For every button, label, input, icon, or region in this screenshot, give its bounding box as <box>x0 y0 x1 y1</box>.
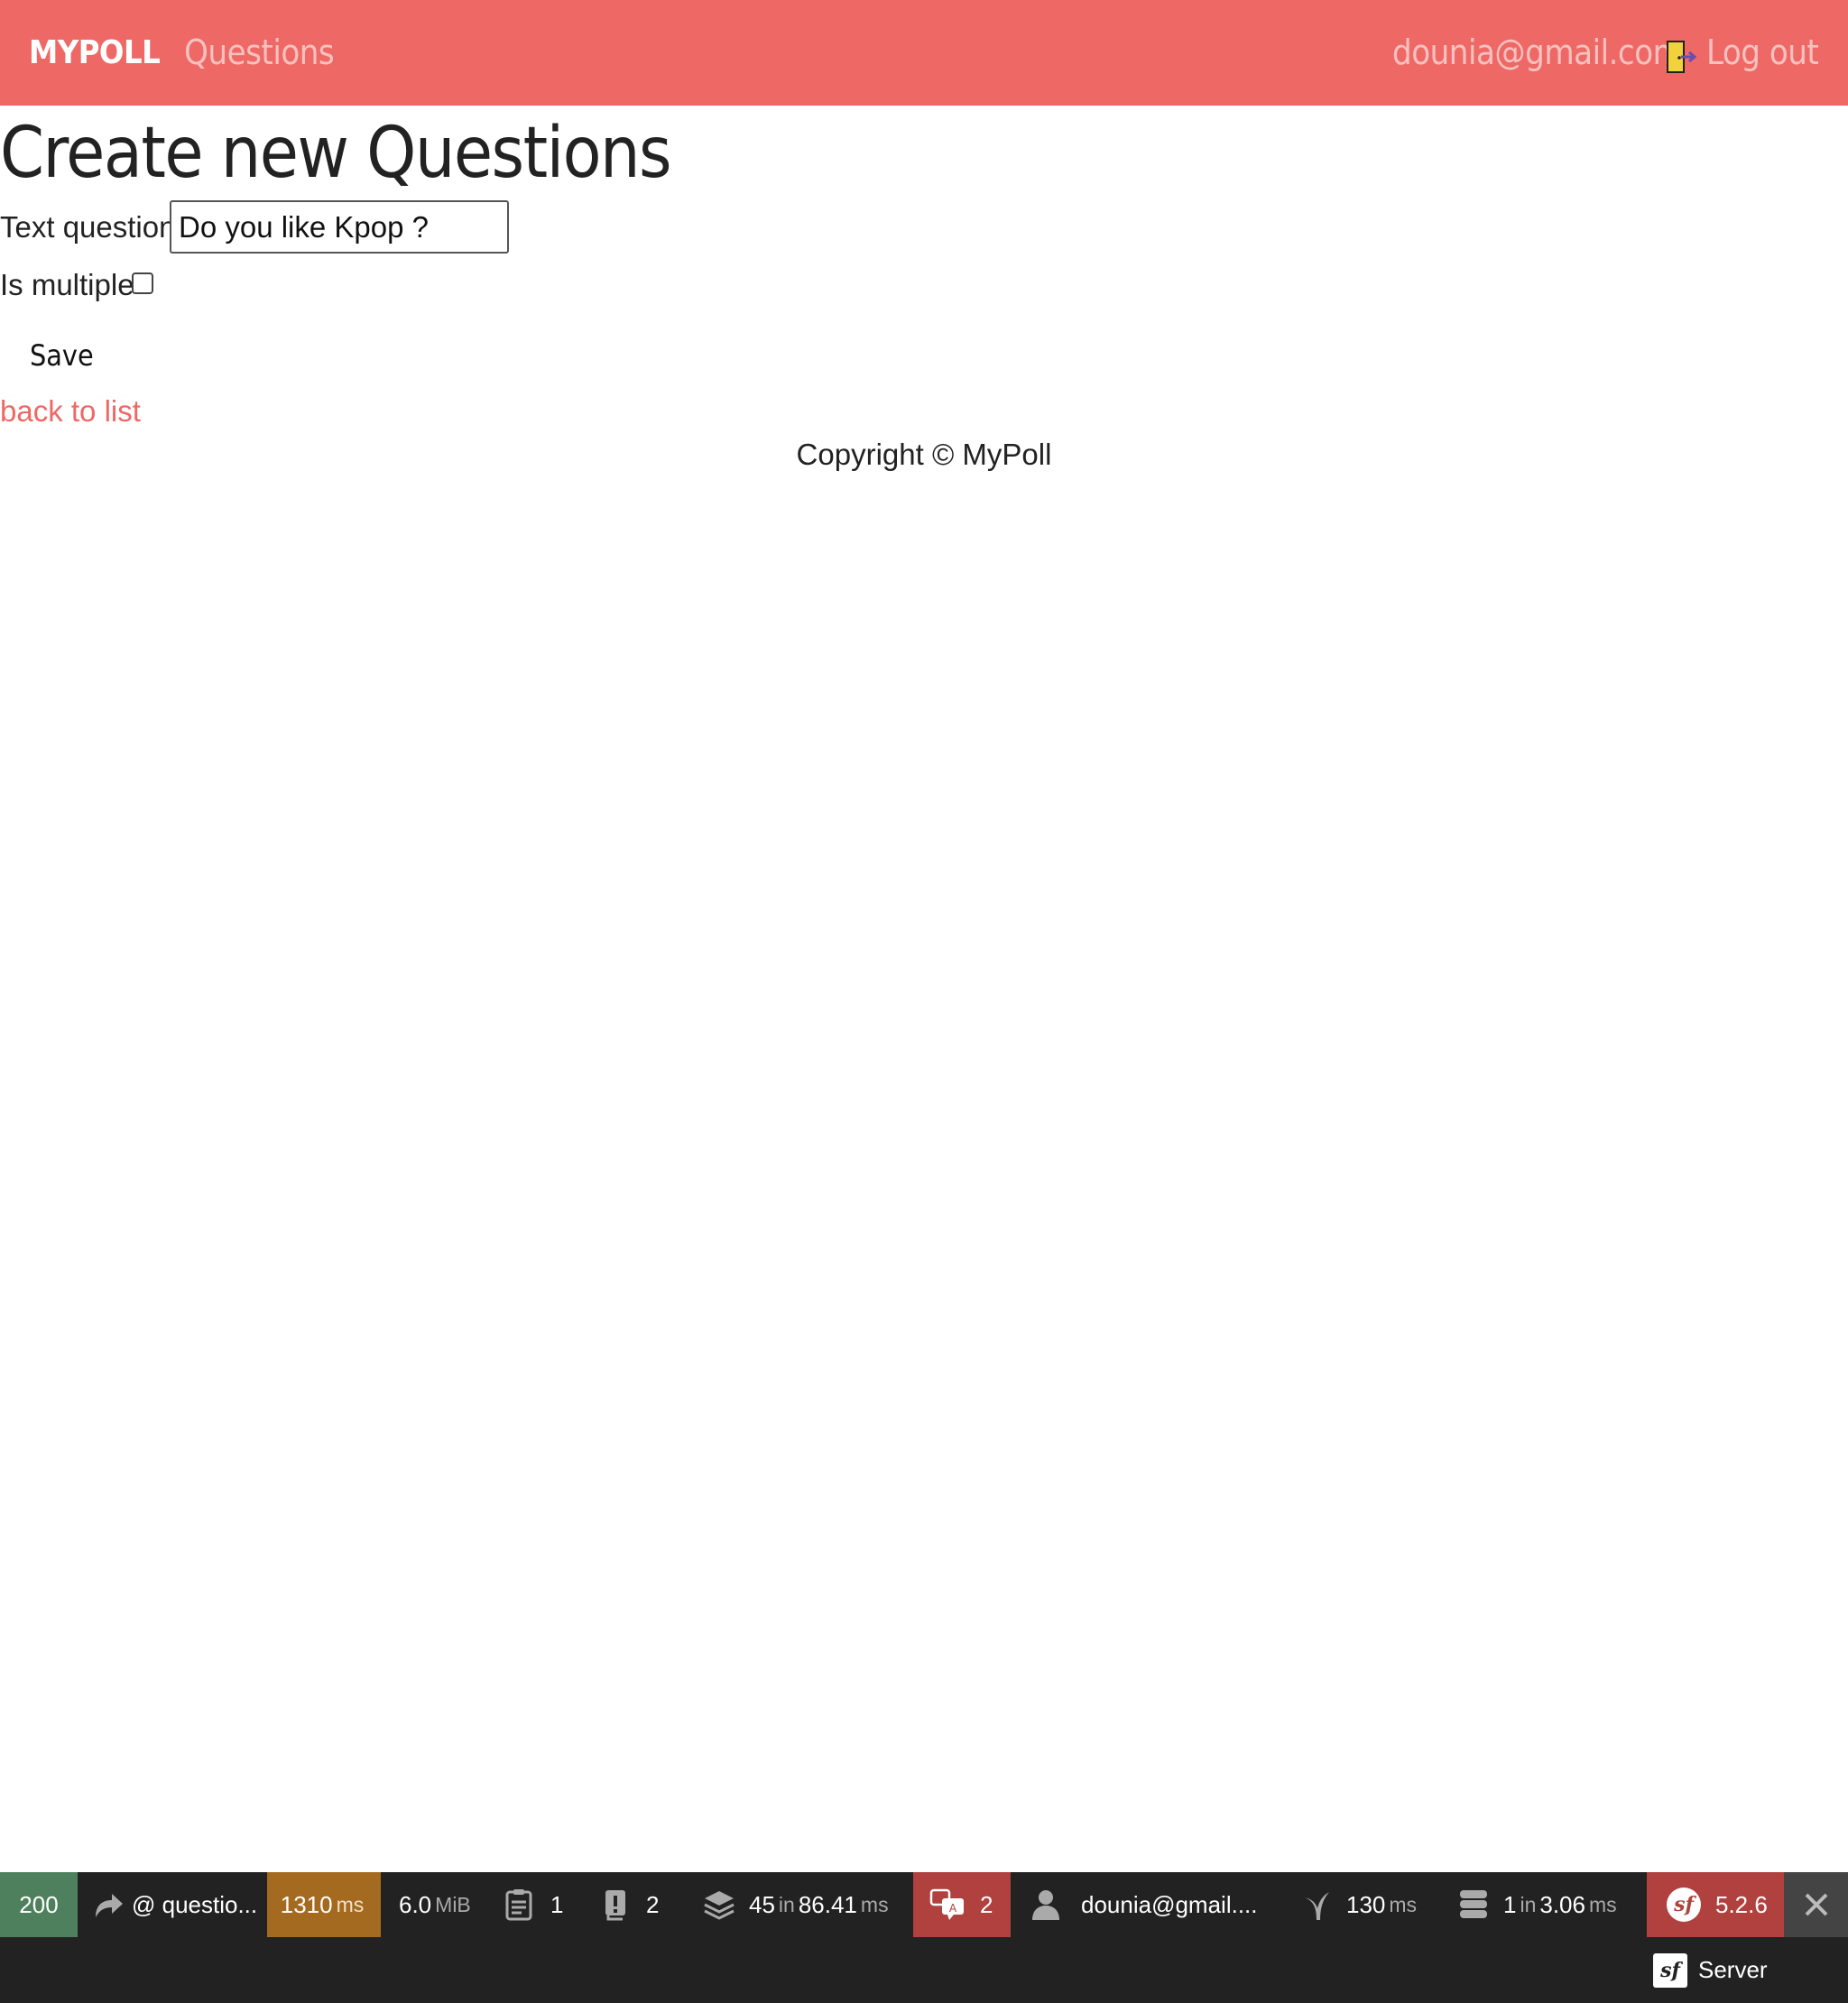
toolbar-memory[interactable]: 6.0 MiB <box>381 1872 482 1937</box>
twig-time: 130 <box>1346 1890 1386 1918</box>
navbar: MYPOLL Questions dounia@gmail.com Log ou… <box>0 0 1848 106</box>
cache-count: 1 <box>1503 1890 1517 1918</box>
toolbar-events[interactable]: 45 in 86.41 ms <box>697 1872 913 1937</box>
cache-time-unit: ms <box>1588 1892 1617 1916</box>
symfony-logo-icon: sf <box>1667 1888 1701 1922</box>
logs-icon <box>505 1889 532 1921</box>
brand-logo[interactable]: MYPOLL <box>29 34 161 71</box>
toolbar-exceptions[interactable]: 2 <box>596 1872 668 1937</box>
logout-door-icon[interactable] <box>1664 38 1698 76</box>
exceptions-count: 2 <box>646 1890 660 1918</box>
toolbar-request-time[interactable]: 1310 ms <box>267 1872 381 1937</box>
symfony-server-icon: sf <box>1653 1952 1687 1988</box>
logs-count: 1 <box>550 1890 564 1918</box>
events-in-label: in <box>778 1892 795 1916</box>
toolbar-symfony-version[interactable]: sf 5.2.6 <box>1647 1872 1784 1937</box>
svg-text:A: A <box>949 1902 957 1915</box>
toolbar-user[interactable]: dounia@gmail.... <box>1011 1872 1272 1937</box>
symfony-version: 5.2.6 <box>1715 1890 1768 1918</box>
cache-in-label: in <box>1520 1892 1537 1916</box>
status-code-value: 200 <box>19 1890 59 1918</box>
memory-unit: MiB <box>435 1892 471 1916</box>
is-multiple-label: Is multiple <box>0 268 134 301</box>
page-title: Create new Questions <box>0 113 672 194</box>
toolbar-route[interactable]: @ questio... <box>78 1872 267 1937</box>
translation-count: 2 <box>980 1890 993 1918</box>
nav-link-questions[interactable]: Questions <box>184 32 335 72</box>
twig-time-unit: ms <box>1389 1892 1418 1916</box>
save-button[interactable]: Save <box>30 338 94 373</box>
server-label: Server <box>1698 1956 1768 1983</box>
request-time-unit: ms <box>336 1892 365 1916</box>
back-to-list-link[interactable]: back to list <box>0 394 141 429</box>
is-multiple-checkbox[interactable] <box>132 272 153 294</box>
text-question-input[interactable] <box>170 200 509 254</box>
footer-copyright: Copyright © MyPoll <box>796 438 1052 471</box>
events-time: 86.41 <box>798 1890 857 1918</box>
toolbar-logs[interactable]: 1 <box>498 1872 570 1937</box>
toolbar-close-button[interactable] <box>1784 1872 1848 1937</box>
close-icon <box>1805 1893 1827 1916</box>
toolbar-twig[interactable]: 130 ms <box>1296 1872 1440 1937</box>
database-icon <box>1460 1890 1487 1918</box>
layers-icon <box>704 1891 735 1920</box>
toolbar-server[interactable]: sf Server <box>1651 1937 1848 2003</box>
twig-icon <box>1305 1892 1329 1920</box>
route-name: @ questio... <box>132 1890 258 1918</box>
events-time-unit: ms <box>860 1892 889 1916</box>
nav-user-email[interactable]: dounia@gmail.com <box>1392 32 1683 72</box>
cache-time: 3.06 <box>1539 1890 1585 1918</box>
redirect-arrow-icon <box>96 1894 123 1917</box>
toolbar-translation[interactable]: A 2 <box>913 1872 1011 1937</box>
user-name: dounia@gmail.... <box>1081 1890 1258 1918</box>
text-question-label: Text question <box>0 210 176 244</box>
debug-toolbar: 200 @ questio... 1310 ms 6.0 MiB 1 2 45 … <box>0 1872 1848 2003</box>
logout-link[interactable]: Log out <box>1706 32 1819 72</box>
toolbar-status-code[interactable]: 200 <box>0 1872 78 1937</box>
toolbar-cache[interactable]: 1 in 3.06 ms <box>1453 1872 1647 1937</box>
user-icon <box>1032 1890 1059 1920</box>
request-time-value: 1310 <box>280 1890 333 1918</box>
exceptions-icon <box>605 1890 625 1921</box>
events-count: 45 <box>749 1890 775 1918</box>
translation-icon: A <box>929 1888 964 1920</box>
memory-value: 6.0 <box>399 1890 432 1918</box>
